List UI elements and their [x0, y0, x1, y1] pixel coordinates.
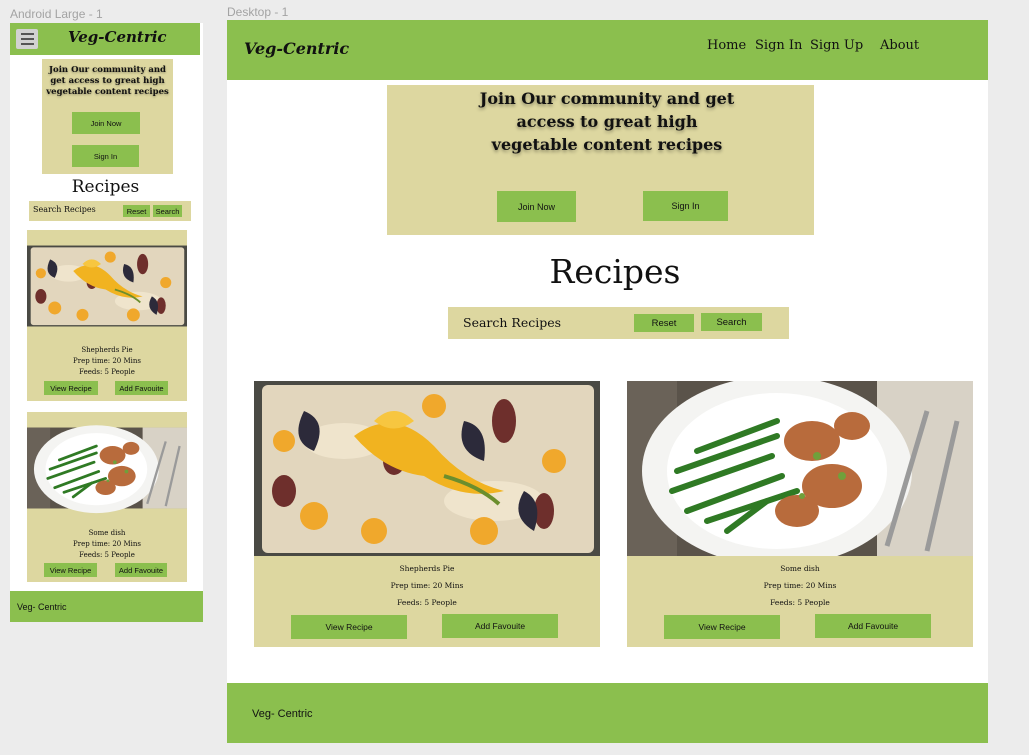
focaccia-flowers-photo [27, 230, 187, 342]
mobile-reset-button[interactable]: Reset [123, 205, 150, 217]
desktop-recipe-prep: Prep time: 20 Mins [390, 581, 464, 590]
desktop-recipe-feeds: Feeds: 5 People [770, 598, 830, 607]
nav-home[interactable]: Home [707, 38, 746, 53]
desktop-search-bar: Search Recipes Reset Search [448, 307, 789, 339]
desktop-reset-button[interactable]: Reset [634, 314, 694, 332]
mobile-add-favourite-button[interactable]: Add Favouite [115, 381, 168, 395]
desktop-search-input[interactable]: Search Recipes [463, 315, 561, 330]
desktop-recipe-prep: Prep time: 20 Mins [763, 581, 837, 590]
mobile-search-input[interactable]: Search Recipes [33, 205, 96, 214]
mobile-recipe-card: Shepherds Pie Prep time: 20 Mins Feeds: … [27, 230, 187, 401]
mobile-recipe-prep: Prep time: 20 Mins [73, 357, 141, 365]
desktop-add-favourite-button[interactable]: Add Favouite [815, 614, 931, 638]
mobile-add-favourite-button[interactable]: Add Favouite [115, 563, 167, 577]
mobile-view-recipe-button[interactable]: View Recipe [44, 381, 98, 395]
mobile-join-title: Join Our community and get access to gre… [46, 65, 169, 97]
desktop-footer-text: Veg- Centric [252, 708, 313, 720]
desktop-footer: Veg- Centric [227, 683, 988, 743]
mobile-logo[interactable]: Veg-Centric [68, 28, 167, 46]
mobile-footer-text: Veg- Centric [17, 602, 67, 612]
nav-sign-in[interactable]: Sign In [755, 38, 802, 53]
mobile-search-button[interactable]: Search [153, 205, 182, 217]
mobile-frame-label: Android Large - 1 [10, 7, 103, 21]
desktop-view-recipe-button[interactable]: View Recipe [664, 615, 780, 639]
desktop-search-button[interactable]: Search [701, 313, 762, 331]
desktop-recipe-name: Some dish [780, 564, 820, 573]
desktop-frame: Veg-Centric Home Sign In Sign Up About J… [227, 20, 988, 743]
mobile-recipes-heading: Recipes [71, 177, 140, 197]
desktop-recipe-feeds: Feeds: 5 People [397, 598, 457, 607]
mobile-frame: Veg-Centric Join Our community and get a… [10, 23, 203, 622]
desktop-recipe-card: Shepherds Pie Prep time: 20 Mins Feeds: … [254, 381, 600, 647]
mobile-recipe-card: Some dish Prep time: 20 Mins Feeds: 5 Pe… [27, 412, 187, 582]
mobile-view-recipe-button[interactable]: View Recipe [44, 563, 97, 577]
mobile-recipe-prep: Prep time: 20 Mins [73, 540, 141, 548]
mobile-recipe-name: Shepherds Pie [81, 346, 133, 354]
desktop-recipes-heading: Recipes [549, 252, 681, 291]
desktop-recipe-card: Some dish Prep time: 20 Mins Feeds: 5 Pe… [627, 381, 973, 647]
hamburger-icon[interactable] [16, 29, 38, 49]
desktop-sign-in-button[interactable]: Sign In [643, 191, 728, 221]
mobile-join-now-button[interactable]: Join Now [72, 112, 140, 134]
mobile-search-bar: Search Recipes Reset Search [29, 201, 191, 221]
desktop-logo[interactable]: Veg-Centric [244, 39, 349, 58]
green-beans-chicken-photo [27, 412, 187, 524]
mobile-recipe-name: Some dish [88, 529, 126, 537]
desktop-recipe-name: Shepherds Pie [399, 564, 455, 573]
green-beans-chicken-photo [627, 381, 973, 556]
desktop-join-now-button[interactable]: Join Now [497, 191, 576, 222]
focaccia-flowers-photo [254, 381, 600, 556]
mobile-recipe-feeds: Feeds: 5 People [79, 551, 135, 559]
desktop-join-title: Join Our community and get access to gre… [479, 89, 735, 154]
desktop-join-panel: Join Our community and get access to gre… [387, 85, 814, 235]
desktop-header: Veg-Centric Home Sign In Sign Up About [227, 20, 988, 80]
desktop-view-recipe-button[interactable]: View Recipe [291, 615, 407, 639]
nav-about[interactable]: About [880, 38, 919, 53]
mobile-header: Veg-Centric [10, 23, 200, 55]
mobile-footer: Veg- Centric [10, 591, 203, 622]
desktop-frame-label: Desktop - 1 [227, 5, 289, 19]
mobile-join-panel: Join Our community and get access to gre… [42, 59, 173, 174]
mobile-recipe-feeds: Feeds: 5 People [79, 368, 135, 376]
nav-sign-up[interactable]: Sign Up [810, 38, 863, 53]
desktop-add-favourite-button[interactable]: Add Favouite [442, 614, 558, 638]
mobile-sign-in-button[interactable]: Sign In [72, 145, 139, 167]
